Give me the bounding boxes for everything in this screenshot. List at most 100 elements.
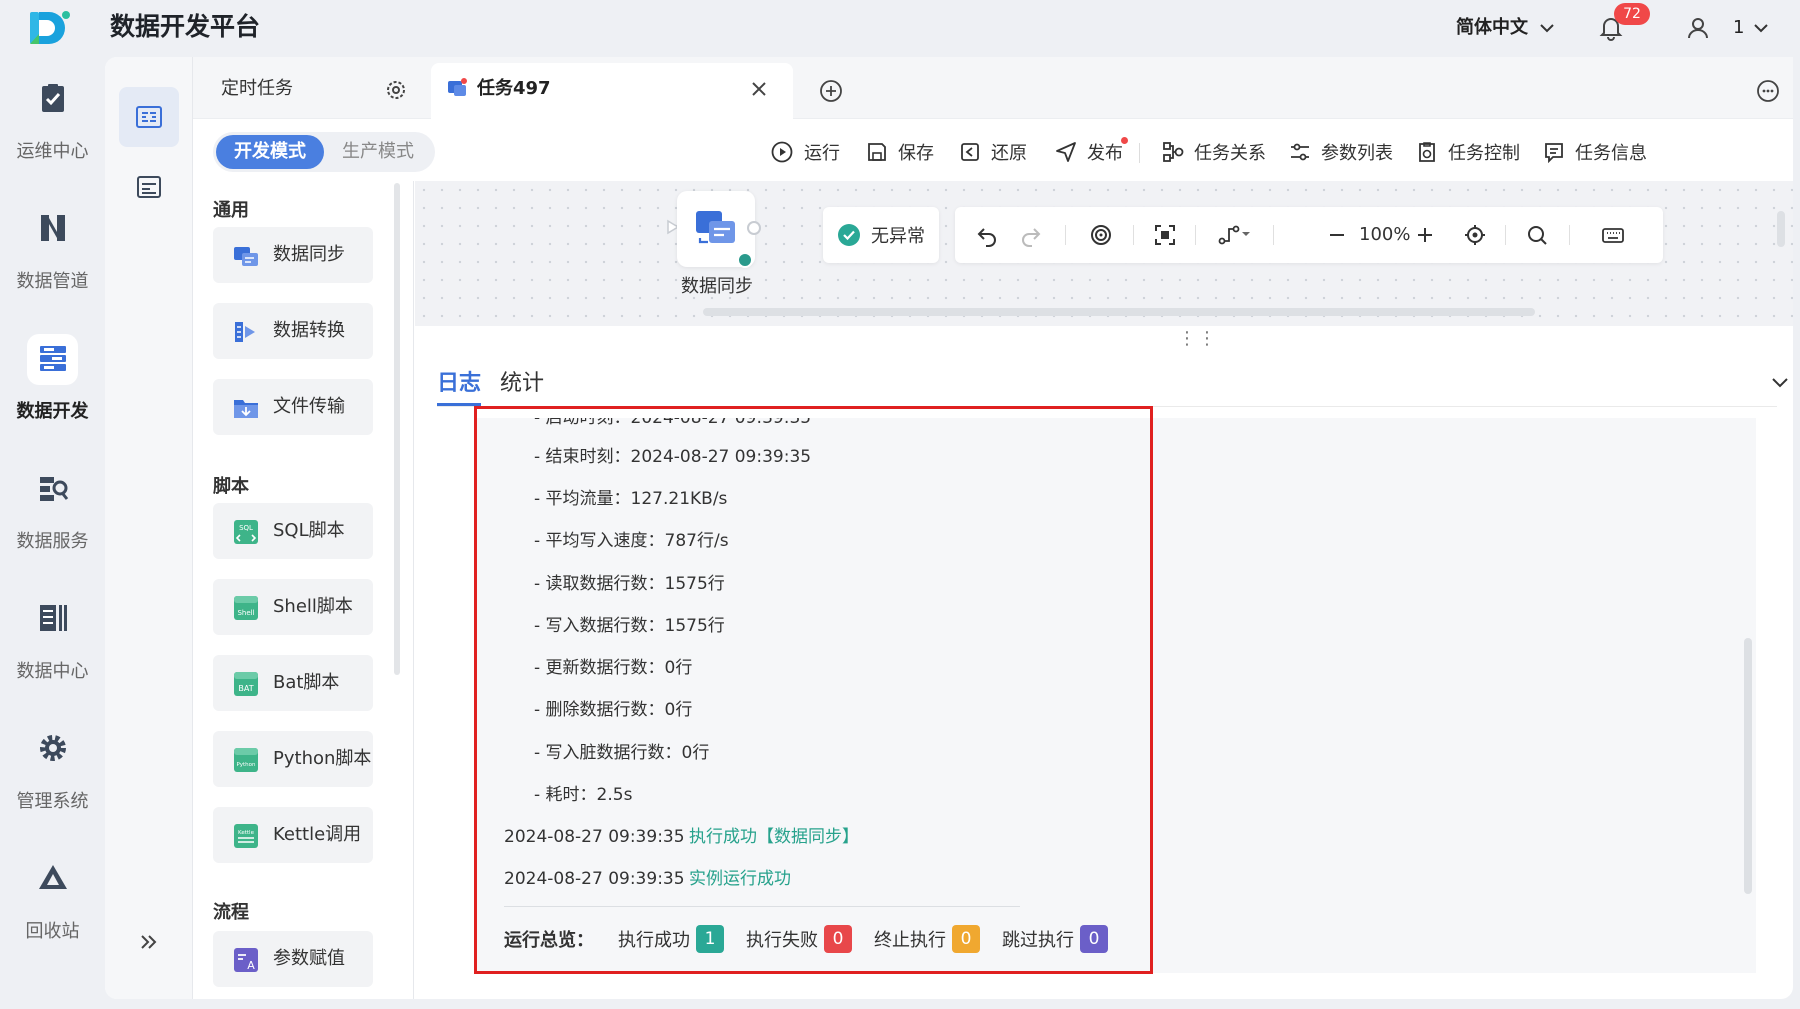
locate-icon[interactable] xyxy=(1463,223,1487,247)
data-sync-icon xyxy=(234,247,258,266)
close-icon[interactable] xyxy=(749,79,769,99)
component-label: 文件传输 xyxy=(273,396,345,417)
component-label: Python脚本 xyxy=(273,748,372,769)
controls-divider xyxy=(1273,225,1274,245)
search-icon[interactable] xyxy=(1525,223,1549,247)
bat-script-icon: BAT xyxy=(234,672,258,696)
component-kettle-call[interactable]: Kettle Kettle调用 xyxy=(213,807,373,863)
tab-stats[interactable]: 统计 xyxy=(500,369,544,399)
svg-text:SQL: SQL xyxy=(239,524,253,532)
rail-list-button[interactable] xyxy=(119,157,179,217)
nav-item-data-dev[interactable]: 数据开发 xyxy=(0,320,105,430)
undo-icon[interactable] xyxy=(975,223,999,247)
node-output-port[interactable] xyxy=(747,221,761,235)
component-data-sync[interactable]: 数据同步 xyxy=(213,227,373,283)
connector-style-icon[interactable] xyxy=(1217,223,1241,247)
nav-item-data-center[interactable]: 数据中心 xyxy=(0,580,105,690)
chevron-down-icon[interactable] xyxy=(1752,19,1770,37)
run-button[interactable]: 运行 xyxy=(770,139,840,165)
task-info-button[interactable]: 任务信息 xyxy=(1543,139,1647,165)
data-service-icon xyxy=(40,477,69,501)
zoom-in-icon[interactable] xyxy=(1413,223,1437,247)
controls-divider xyxy=(1065,225,1066,245)
prod-mode-button[interactable]: 生产模式 xyxy=(328,135,428,169)
dev-mode-button[interactable]: 开发模式 xyxy=(216,135,324,169)
task-flow-icon xyxy=(136,106,162,128)
mode-toggle: 开发模式 生产模式 xyxy=(213,132,435,172)
nav-item-recycle[interactable]: 回收站 xyxy=(0,840,105,950)
folder-transfer-icon xyxy=(234,400,258,418)
zoom-out-icon[interactable] xyxy=(1325,223,1349,247)
param-list-button[interactable]: 参数列表 xyxy=(1289,139,1393,165)
controls-divider xyxy=(1505,225,1506,245)
gear-icon[interactable] xyxy=(385,79,407,101)
user-icon[interactable] xyxy=(1686,16,1710,40)
list-edit-icon xyxy=(137,176,161,198)
nav-label: 数据管道 xyxy=(16,271,89,292)
redo-icon[interactable] xyxy=(1019,223,1043,247)
task-control-button[interactable]: 任务控制 xyxy=(1416,139,1520,165)
double-chevron-right-icon[interactable] xyxy=(137,930,161,954)
tab-label: 任务497 xyxy=(477,78,551,99)
sql-script-icon: SQL xyxy=(234,520,258,544)
log-scrollbar[interactable] xyxy=(1744,638,1752,894)
keyboard-icon[interactable] xyxy=(1601,223,1625,247)
component-data-transform[interactable]: 数据转换 xyxy=(213,303,373,359)
component-label: Shell脚本 xyxy=(273,596,353,617)
panel-resize-handle[interactable]: ⋮⋮ xyxy=(1178,330,1218,348)
fingerprint-icon[interactable] xyxy=(1089,223,1113,247)
task-control-icon xyxy=(1419,142,1435,162)
canvas-horizontal-scrollbar[interactable] xyxy=(703,308,1535,316)
rail-task-dev-button[interactable] xyxy=(119,87,179,147)
clipboard-check-icon xyxy=(42,84,64,112)
component-shell-script[interactable]: Shell Shell脚本 xyxy=(213,579,373,635)
validation-status[interactable]: 无异常 xyxy=(823,207,939,263)
component-label: SQL脚本 xyxy=(273,520,345,541)
controls-divider xyxy=(1195,225,1196,245)
data-sync-icon xyxy=(446,77,468,99)
nav-item-admin[interactable]: 管理系统 xyxy=(0,710,105,820)
component-bat-script[interactable]: BAT Bat脚本 xyxy=(213,655,373,711)
component-param-assign[interactable]: A 参数赋值 xyxy=(213,931,373,987)
component-label: 数据同步 xyxy=(273,244,345,265)
chevron-down-icon[interactable] xyxy=(1241,229,1251,239)
task-relations-button[interactable]: 任务关系 xyxy=(1162,139,1266,165)
flow-canvas[interactable]: 数据同步 无异常 100% xyxy=(415,181,1793,326)
data-transform-icon xyxy=(235,322,255,342)
component-sidebar: 通用 数据同步 数据转换 文件传输 脚本 SQL SQL脚本 Shell She… xyxy=(193,181,413,999)
component-sql-script[interactable]: SQL SQL脚本 xyxy=(213,503,373,559)
param-assign-icon: A xyxy=(234,948,258,972)
section-title-general: 通用 xyxy=(213,200,249,221)
toolbar: 开发模式 生产模式 运行 保存 还原 发布 任务关系 参数列表 任务控制 任务信… xyxy=(193,119,1793,181)
data-center-icon xyxy=(40,605,67,631)
section-title-flow: 流程 xyxy=(213,902,249,923)
more-icon[interactable] xyxy=(1756,79,1780,103)
nav-label: 数据开发 xyxy=(16,401,89,422)
component-python-script[interactable]: Python Python脚本 xyxy=(213,731,373,787)
fit-view-icon[interactable] xyxy=(1153,223,1177,247)
save-button[interactable]: 保存 xyxy=(866,139,934,165)
restore-icon xyxy=(961,143,979,161)
nav-item-ops[interactable]: 运维中心 xyxy=(0,60,105,170)
user-name[interactable]: 1 xyxy=(1733,15,1744,41)
controls-divider xyxy=(1569,225,1570,245)
language-selector[interactable]: 简体中文 xyxy=(1456,15,1528,41)
sidebar-scrollbar[interactable] xyxy=(394,183,400,675)
tab-log[interactable]: 日志 xyxy=(437,369,481,399)
nav-item-data-service[interactable]: 数据服务 xyxy=(0,450,105,560)
add-tab-icon[interactable] xyxy=(819,79,843,103)
chevron-down-icon[interactable] xyxy=(1768,370,1792,394)
tab-task[interactable]: 任务497 xyxy=(431,63,793,119)
canvas-vertical-scrollbar[interactable] xyxy=(1777,211,1785,247)
nav-item-pipeline[interactable]: 数据管道 xyxy=(0,190,105,300)
publish-button[interactable]: 发布 xyxy=(1055,139,1123,165)
tab-scheduled-tasks[interactable]: 定时任务 xyxy=(193,57,423,119)
chevron-down-icon[interactable] xyxy=(1538,19,1556,37)
param-list-label: 参数列表 xyxy=(1321,143,1393,164)
recycle-icon xyxy=(39,865,67,889)
restore-button[interactable]: 还原 xyxy=(959,139,1027,165)
save-icon xyxy=(868,143,886,161)
component-file-transfer[interactable]: 文件传输 xyxy=(213,379,373,435)
nav-label: 运维中心 xyxy=(16,141,89,162)
pipeline-icon xyxy=(41,215,65,241)
